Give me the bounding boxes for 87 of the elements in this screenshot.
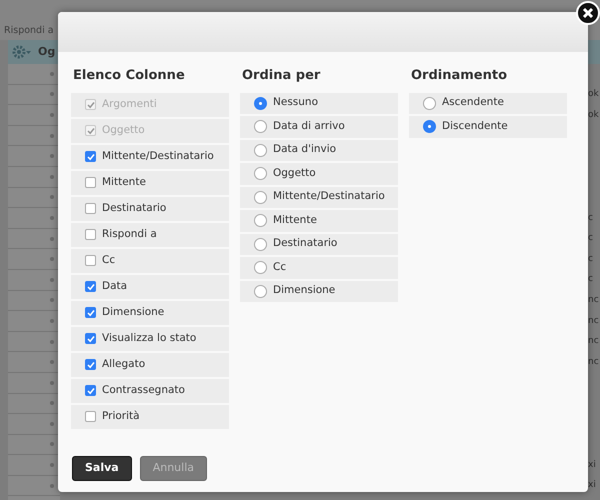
checkbox-label: Mittente/Destinatario [102,148,214,164]
checkbox[interactable] [85,385,96,396]
radio-row[interactable]: Nessuno [240,92,398,114]
radio-label: Data d'invio [273,142,336,158]
section-title: Ordinamento [411,67,508,85]
checkbox-row[interactable]: Data [71,274,229,298]
checkbox[interactable] [85,255,96,266]
checkbox-label: Dimensione [102,304,164,320]
radio-row[interactable]: Data d'invio [240,140,398,161]
table-cell-text: c [588,232,594,246]
radio-button[interactable] [423,96,436,110]
radio-row[interactable]: Discendente [409,116,567,138]
radio-button[interactable] [254,120,267,134]
radio-button[interactable] [254,144,267,157]
save-button[interactable]: Salva [72,456,132,481]
checkbox-row[interactable]: Contrassegnato [71,378,229,402]
table-cell-text: nc [588,356,600,369]
radio-button[interactable] [254,214,267,228]
table-cell-text: c [588,252,594,266]
radio-label: Ascendente [442,95,504,110]
checkbox[interactable] [85,333,96,344]
table-cell-text: xi [588,458,597,472]
checkbox-label: Argomenti [102,96,157,112]
checkbox-label: Oggetto [102,122,145,138]
checkbox[interactable] [85,411,96,422]
radio-label: Nessuno [273,95,318,110]
radio-row[interactable]: Mittente/Destinatario [240,186,398,208]
close-icon [582,7,594,19]
checkbox-label: Mittente [102,174,146,190]
radio-label: Oggetto [273,166,316,181]
radio-button[interactable] [254,96,267,110]
table-cell-text: c [588,273,594,286]
checkbox-row[interactable]: Dimensione [71,300,229,324]
checkbox-label: Cc [102,252,116,268]
table-cell-text: nc [588,294,600,307]
radio-label: Data di arrivo [273,118,345,134]
gear-icon[interactable] [12,45,32,59]
radio-button[interactable] [254,167,267,180]
table-cell-text: ok [588,108,600,122]
checkbox-row[interactable]: Allegato [71,352,229,376]
checkbox[interactable] [85,203,96,214]
radio-button[interactable] [254,238,267,251]
checkbox-label: Priorità [102,408,140,424]
radio-label: Cc [273,260,286,275]
radio-button[interactable] [254,261,267,274]
checkbox-row[interactable]: Mittente [71,170,229,194]
checkbox-row[interactable]: Cc [71,248,229,272]
checkbox-label: Allegato [102,356,146,372]
radio-row[interactable]: Ascendente [409,92,567,114]
table-cell-text: c [588,212,594,225]
radio-label: Mittente [273,212,317,228]
table-cell-text: xi [588,479,597,492]
radio-label: Discendente [442,118,508,134]
checkbox-label: Destinatario [102,200,166,216]
toolbar-label: Rispondi a [4,24,54,38]
checkbox[interactable] [85,177,96,188]
radio-button[interactable] [254,284,267,298]
radio-label: Destinatario [273,236,338,252]
table-cell-text: nc [588,314,600,328]
checkbox-row[interactable]: Priorità [71,404,229,428]
checkbox-row[interactable]: Mittente/Destinatario [71,144,229,168]
table-cell-text: ok [588,88,600,101]
section-title: Elenco Colonne [73,67,186,85]
radio-row[interactable]: Data di arrivo [240,116,398,138]
radio-label: Mittente/Destinatario [273,189,385,204]
checkbox-row[interactable]: Destinatario [71,196,229,220]
radio-row[interactable]: Mittente [240,210,398,232]
radio-row[interactable]: Dimensione [240,280,398,302]
checkbox-row[interactable]: Visualizza lo stato [71,326,229,350]
checkbox-label: Data [102,278,128,294]
section-title: Ordina per [242,67,322,85]
radio-label: Dimensione [273,283,336,298]
checkbox[interactable] [85,151,96,162]
checkbox-label: Rispondi a [102,226,157,242]
checkbox[interactable] [85,229,96,240]
radio-button[interactable] [423,120,436,134]
checkbox-row[interactable]: Rispondi a [71,222,229,246]
checkbox-label: Visualizza lo stato [102,330,196,346]
checkbox-label: Contrassegnato [102,382,185,398]
checkbox[interactable] [85,359,96,370]
checkbox[interactable] [85,307,96,318]
radio-row[interactable]: Destinatario [240,234,398,255]
radio-button[interactable] [254,190,267,204]
table-cell-text: nc [588,335,600,348]
radio-row[interactable]: Cc [240,257,398,278]
radio-row[interactable]: Oggetto [240,163,398,184]
checkbox[interactable] [85,281,96,292]
